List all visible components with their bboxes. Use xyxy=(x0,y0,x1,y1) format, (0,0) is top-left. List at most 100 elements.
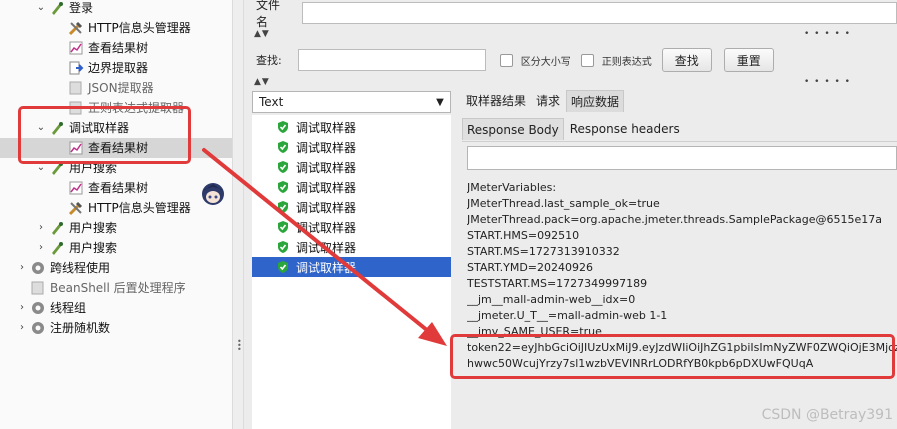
sampler-label: 调试取样器 xyxy=(296,140,357,155)
sampler-result-list: 调试取样器 调试取样器 调试取样器 调试取样器 调试取样器 调试取样器 调试取样器 调试取样器 xyxy=(252,115,451,429)
renderer-selected-value: Text xyxy=(259,95,284,109)
watermark: CSDN @Betray391 xyxy=(761,407,893,423)
tab-separator xyxy=(462,141,897,142)
tab-request[interactable]: 请求 xyxy=(532,90,564,112)
expand-arrow-icon[interactable]: ⌄ xyxy=(34,0,48,18)
reset-button[interactable]: 重置 xyxy=(723,48,774,72)
tab-response-data[interactable]: 响应数据 xyxy=(566,90,625,112)
extractor-grey-icon xyxy=(67,80,85,96)
response-line: JMeterVariables: xyxy=(467,181,557,194)
collapse-arrow-icon[interactable]: › xyxy=(34,218,48,238)
sampler-label: 调试取样器 xyxy=(296,160,357,175)
tab-response-headers[interactable]: Response headers xyxy=(566,118,684,140)
file-name-input[interactable] xyxy=(301,2,897,24)
tree-item-label: BeanShell 后置处理程序 xyxy=(50,281,186,295)
check-shield-icon xyxy=(278,241,288,253)
response-tabs: Response Body Response headers xyxy=(462,118,686,140)
tree-item[interactable]: 查看结果树 xyxy=(0,178,232,198)
tree-splitter[interactable]: • • • xyxy=(232,0,244,429)
gear-icon xyxy=(29,260,47,276)
tree-item[interactable]: › 注册随机数 xyxy=(0,318,232,338)
wrench-icon xyxy=(67,20,85,36)
tree-item[interactable]: 查看结果树 xyxy=(0,38,232,58)
collapse-down-icon[interactable]: ▲▼ xyxy=(254,77,270,87)
sampler-icon xyxy=(48,0,66,16)
sampler-list-item[interactable]: 调试取样器 xyxy=(252,157,451,177)
tree-item[interactable]: 边界提取器 xyxy=(0,58,232,78)
tree-item[interactable]: HTTP信息头管理器 xyxy=(0,198,232,218)
sampler-label: 调试取样器 xyxy=(296,240,357,255)
check-shield-icon xyxy=(278,221,288,233)
tree-item-label: 用户搜索 xyxy=(69,221,118,235)
tree-item[interactable]: › 线程组 xyxy=(0,298,232,318)
collapse-arrow-icon[interactable]: › xyxy=(34,238,48,258)
find-button[interactable]: 查找 xyxy=(661,48,712,72)
collapse-arrow-icon[interactable]: › xyxy=(15,318,29,338)
sampler-list-item[interactable]: 调试取样器 xyxy=(252,117,451,137)
gear-icon xyxy=(29,300,47,316)
search-label: 查找: xyxy=(256,54,282,67)
sampler-icon xyxy=(48,240,66,256)
tree-item[interactable]: › 跨线程使用 xyxy=(0,258,232,278)
highlight-token-box xyxy=(450,334,895,379)
sampler-list-item[interactable]: 调试取样器 xyxy=(252,177,451,197)
collapse-arrow-icon[interactable]: › xyxy=(15,298,29,318)
tab-response-body[interactable]: Response Body xyxy=(462,118,564,140)
collapse-arrow-icon[interactable]: › xyxy=(15,258,29,278)
tab-sampler-result[interactable]: 取样器结果 xyxy=(462,90,530,112)
response-line: TESTSTART.MS=1727349997189 xyxy=(467,277,648,290)
tree-item-label: JSON提取器 xyxy=(88,81,154,95)
sampler-label: 调试取样器 xyxy=(296,260,357,275)
check-shield-icon xyxy=(278,201,288,213)
file-name-label: 文件名 xyxy=(256,0,281,29)
checkbox-box[interactable] xyxy=(499,53,513,67)
tree-item[interactable]: ⌄ 登录 xyxy=(0,0,232,18)
response-line: START.YMD=20240926 xyxy=(467,261,594,274)
splitter-grip-icon[interactable]: • • • xyxy=(237,338,242,356)
extractor-grey-icon xyxy=(29,280,47,296)
tree-item[interactable]: › 用户搜索 xyxy=(0,218,232,238)
tree-item-label: 用户搜索 xyxy=(69,241,118,255)
response-line: __jmeter.U_T__=mall-admin-web 1-1 xyxy=(467,309,668,322)
listener-icon xyxy=(67,40,85,56)
check-shield-icon xyxy=(278,141,288,153)
tree-item-label: 边界提取器 xyxy=(88,61,149,75)
wrench-icon xyxy=(67,200,85,216)
sampler-list-item[interactable]: 调试取样器 xyxy=(252,197,451,217)
divider-dots-icon[interactable]: • • • • • xyxy=(804,29,851,39)
sampler-list-item[interactable]: 调试取样器 xyxy=(252,217,451,237)
check-shield-icon xyxy=(278,181,288,193)
response-line: __jm__mall-admin-web__idx=0 xyxy=(467,293,636,306)
checkbox-box[interactable] xyxy=(580,53,594,67)
chevron-down-icon[interactable]: ▼ xyxy=(430,97,450,108)
highlight-tree-box xyxy=(18,106,191,164)
tree-item-label: 跨线程使用 xyxy=(50,261,111,275)
tree-item[interactable]: BeanShell 后置处理程序 xyxy=(0,278,232,298)
search-input[interactable] xyxy=(297,49,486,71)
case-sensitive-checkbox[interactable]: 区分大小写 xyxy=(499,53,571,68)
regex-checkbox[interactable]: 正则表达式 xyxy=(580,53,652,68)
response-line: JMeterThread.pack=org.apache.jmeter.thre… xyxy=(467,213,882,226)
tree-item[interactable]: HTTP信息头管理器 xyxy=(0,18,232,38)
search-row: 查找: 区分大小写 正则表达式 查找 重置 xyxy=(256,47,786,73)
check-shield-icon xyxy=(278,261,288,273)
sampler-label: 调试取样器 xyxy=(296,220,357,235)
sampler-list-item[interactable]: 调试取样器 xyxy=(252,237,451,257)
response-line: START.HMS=092510 xyxy=(467,229,580,242)
response-filter-input[interactable] xyxy=(467,146,897,170)
tree-item-label: HTTP信息头管理器 xyxy=(88,201,191,215)
tree-item-label: 注册随机数 xyxy=(50,321,111,335)
check-shield-icon xyxy=(278,161,288,173)
tree-item-label: 查看结果树 xyxy=(88,41,149,55)
collapse-up-icon[interactable]: ▲▼ xyxy=(254,29,270,39)
response-line: START.MS=1727313910332 xyxy=(467,245,620,258)
tree-item-label: 查看结果树 xyxy=(88,181,149,195)
gear-icon xyxy=(29,320,47,336)
sampler-list-item[interactable]: 调试取样器 xyxy=(252,257,451,277)
tree-item[interactable]: JSON提取器 xyxy=(0,78,232,98)
tree-item-label: 登录 xyxy=(69,1,94,15)
cursor-avatar-icon xyxy=(202,183,224,205)
renderer-select[interactable]: Text ▼ xyxy=(252,91,451,113)
sampler-list-item[interactable]: 调试取样器 xyxy=(252,137,451,157)
tree-item[interactable]: › 用户搜索 xyxy=(0,238,232,258)
